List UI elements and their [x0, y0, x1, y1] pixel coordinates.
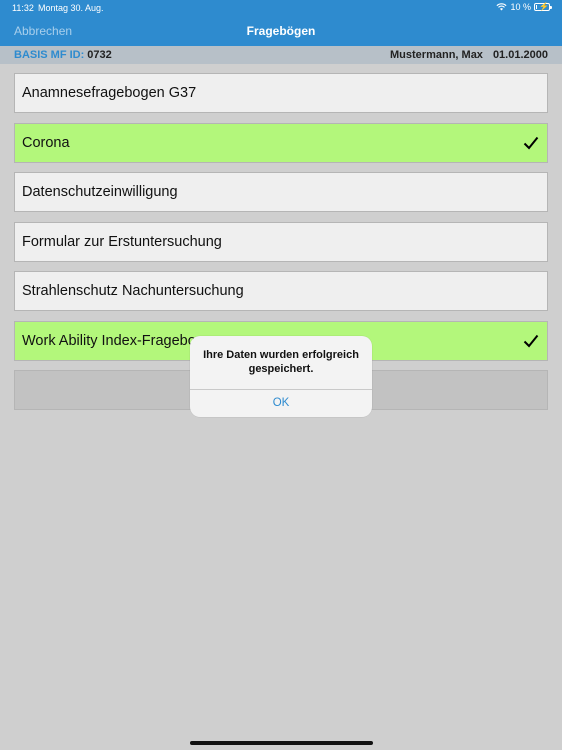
- questionnaire-label: Formular zur Erstuntersuchung: [22, 233, 222, 250]
- battery-level: [536, 5, 537, 9]
- questionnaire-label: Datenschutzeinwilligung: [22, 184, 178, 200]
- questionnaire-item[interactable]: Strahlenschutz Nachuntersuchung: [14, 271, 548, 311]
- alert-message: Ihre Daten wurden erfolgreich gespeicher…: [203, 349, 359, 375]
- patient-id-label: BASIS MF ID:: [14, 49, 85, 61]
- home-indicator: [190, 741, 373, 745]
- patient-birth-date: 01.01.2000: [492, 49, 548, 61]
- charging-bolt-icon: ⚡: [539, 2, 549, 11]
- questionnaire-label: Strahlenschutz Nachuntersuchung: [22, 283, 244, 299]
- alert-dialog: Ihre Daten wurden erfolgreich gespeicher…: [190, 336, 372, 417]
- questionnaire-label: Corona: [22, 134, 70, 151]
- patient-id: BASIS MF ID: 0732: [14, 49, 112, 61]
- questionnaire-item[interactable]: Datenschutzeinwilligung: [14, 172, 548, 212]
- questionnaire-item[interactable]: Corona: [14, 122, 548, 163]
- checkmark-icon: [523, 334, 539, 347]
- patient-name: Mustermann, Max: [390, 49, 483, 61]
- navigation-bar: Abbrechen Fragebögen: [0, 16, 562, 46]
- battery-icon: ⚡: [534, 2, 552, 11]
- questionnaire-item[interactable]: Anamnesefragebogen G37: [14, 73, 548, 113]
- status-indicators: 10 % ⚡: [496, 2, 552, 12]
- questionnaire-label: Anamnesefragebogen G37: [22, 85, 197, 101]
- wifi-icon: [496, 3, 508, 11]
- patient-info-bar: BASIS MF ID: 0732 Mustermann, Max 01.01.20…: [0, 46, 562, 64]
- status-date: Montag 30. Aug.: [38, 3, 104, 13]
- checkmark-icon: [523, 136, 539, 149]
- patient-details: Mustermann, Max 01.01.2000: [390, 49, 548, 61]
- page-title: Fragebögen: [246, 24, 316, 38]
- ok-button[interactable]: OK: [190, 390, 372, 417]
- status-time: 11:32: [12, 3, 34, 13]
- battery-percent: 10 %: [510, 2, 531, 12]
- status-bar: 11:32 Montag 30. Aug. 10 % ⚡: [0, 0, 562, 16]
- patient-id-value: 0732: [87, 49, 112, 61]
- questionnaire-item[interactable]: Formular zur Erstuntersuchung: [14, 221, 548, 262]
